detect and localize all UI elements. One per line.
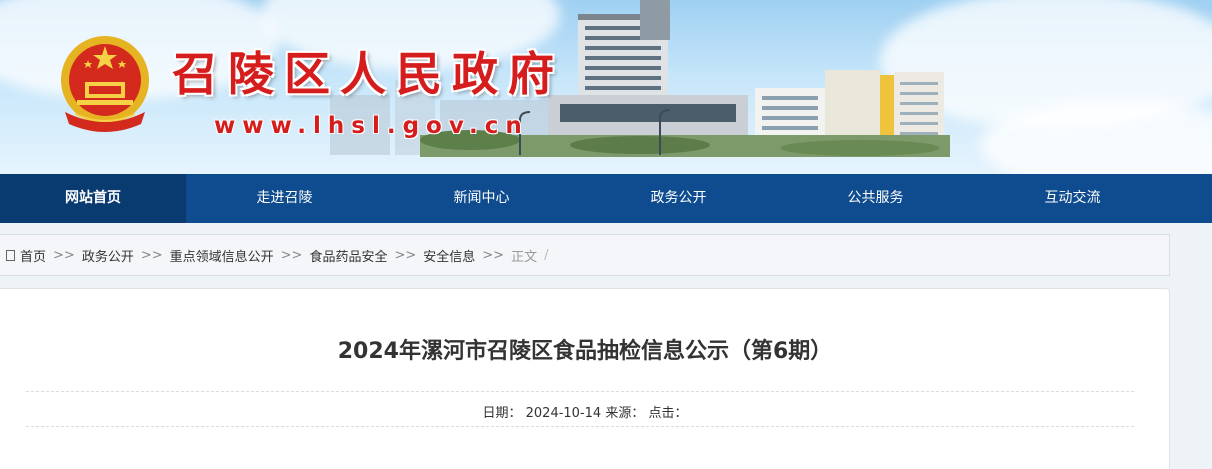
header-banner: 召陵区人民政府 www.lhsl.gov.cn xyxy=(0,0,1212,174)
breadcrumb-safety-info[interactable]: 安全信息 xyxy=(423,246,475,265)
nav-item-news[interactable]: 新闻中心 xyxy=(383,174,580,223)
site-url: www.lhsl.gov.cn xyxy=(214,113,529,139)
nav-item-interaction[interactable]: 互动交流 xyxy=(974,174,1171,223)
article-panel: 2024年漯河市召陵区食品抽检信息公示（第6期） 日期： 2024-10-14 … xyxy=(0,288,1170,469)
nav-item-home[interactable]: 网站首页 xyxy=(0,174,186,223)
breadcrumb-separator: >> xyxy=(140,247,163,263)
date-label: 日期： xyxy=(482,406,522,421)
nav-item-public-service[interactable]: 公共服务 xyxy=(777,174,974,223)
article-meta: 日期： 2024-10-14 来源： 点击： xyxy=(0,402,1170,421)
breadcrumb-separator: >> xyxy=(482,247,505,263)
breadcrumb-separator: >> xyxy=(53,247,75,263)
breadcrumb-home[interactable]: 首页 xyxy=(20,246,46,265)
site-title: 召陵区人民政府 xyxy=(172,47,564,101)
national-emblem-icon xyxy=(61,36,149,132)
breadcrumb-government-affairs[interactable]: 政务公开 xyxy=(82,246,134,265)
home-icon xyxy=(6,249,15,261)
divider xyxy=(26,391,1134,392)
source-label: 来源： xyxy=(605,406,645,421)
breadcrumb-current: 正文 xyxy=(511,249,538,265)
breadcrumb-separator: >> xyxy=(394,247,417,263)
clicks-label: 点击： xyxy=(648,406,688,421)
breadcrumb-trailing-slash: / xyxy=(544,247,549,263)
main-nav: 网站首页 走进召陵 新闻中心 政务公开 公共服务 互动交流 xyxy=(0,174,1212,223)
article-date: 2024-10-14 xyxy=(525,406,602,421)
article-title: 2024年漯河市召陵区食品抽检信息公示（第6期） xyxy=(337,339,833,364)
nav-item-about[interactable]: 走进召陵 xyxy=(186,174,383,223)
breadcrumb-separator: >> xyxy=(280,247,303,263)
divider xyxy=(26,426,1134,427)
breadcrumb-food-drug-safety[interactable]: 食品药品安全 xyxy=(309,246,387,265)
breadcrumb-key-areas[interactable]: 重点领域信息公开 xyxy=(170,246,274,265)
nav-item-government-affairs[interactable]: 政务公开 xyxy=(580,174,777,223)
breadcrumb: 首页 >> 政务公开 >> 重点领域信息公开 >> 食品药品安全 >> 安全信息… xyxy=(0,234,1170,276)
